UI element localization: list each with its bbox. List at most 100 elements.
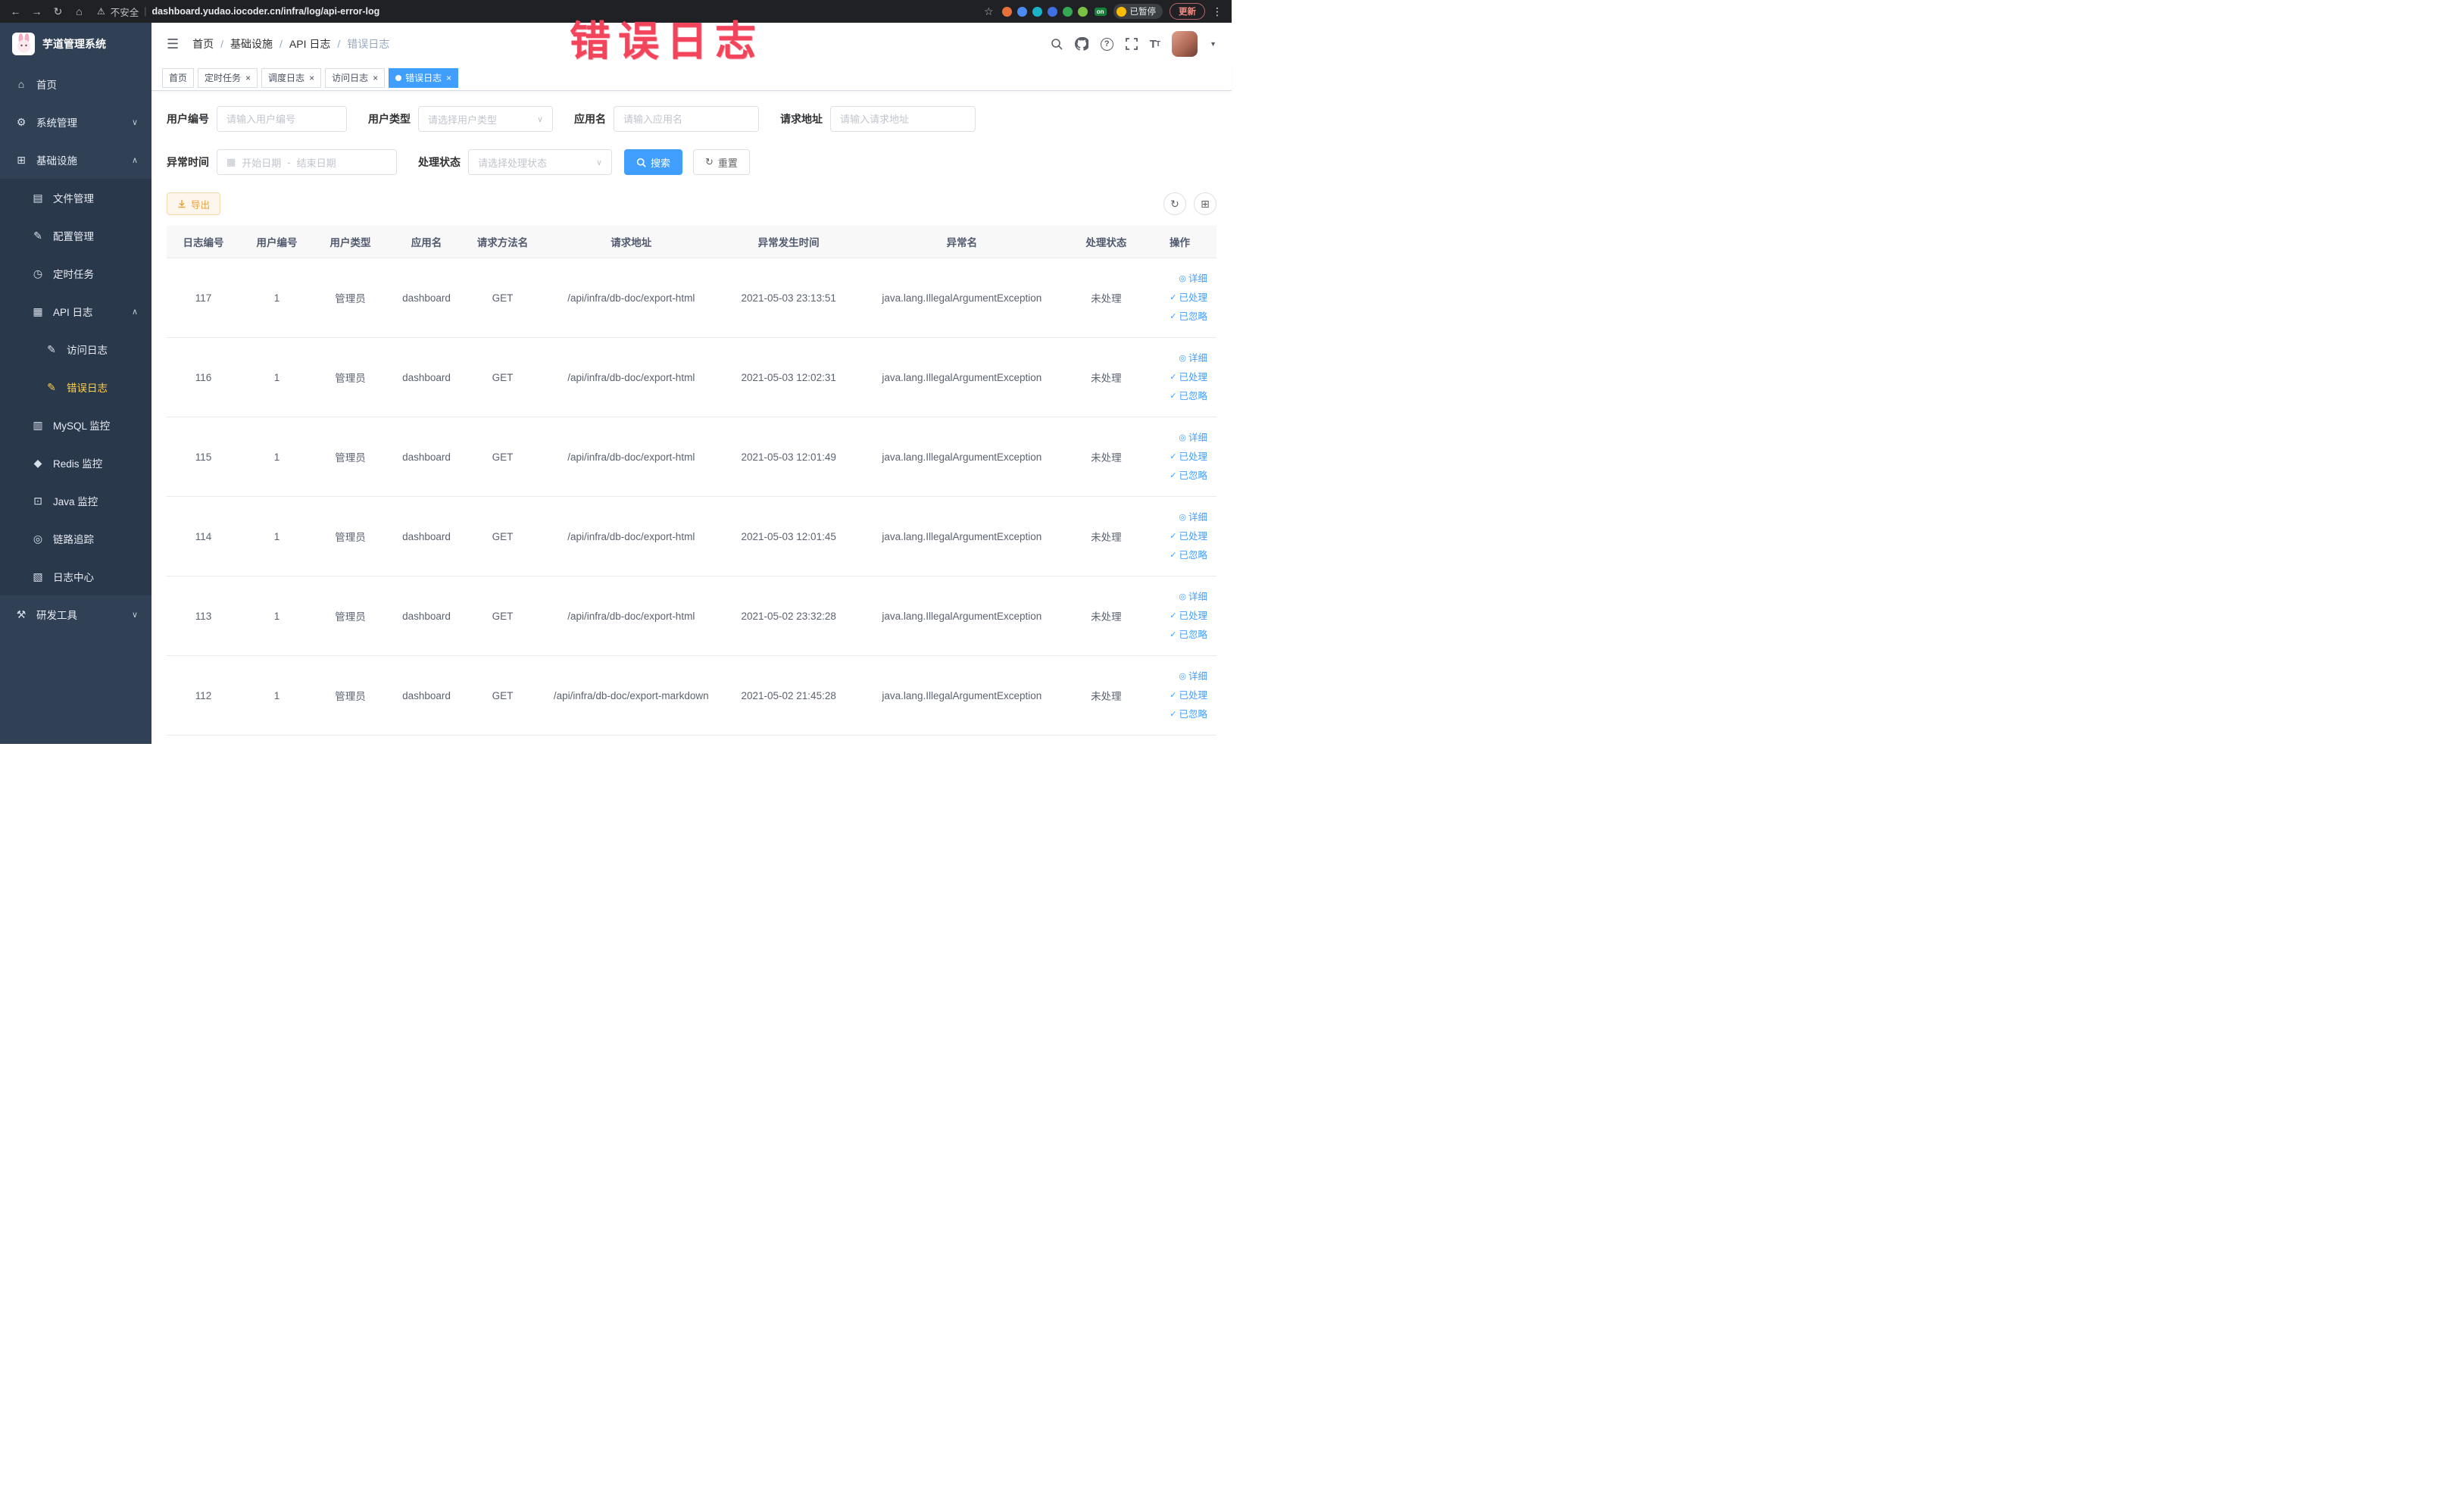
github-icon[interactable] xyxy=(1074,37,1088,51)
action-ignored-link[interactable]: ✓ 已忽略 xyxy=(1170,628,1207,642)
close-tab-icon[interactable]: × xyxy=(446,73,451,83)
sidebar-item-devtools[interactable]: ⚒ 研发工具 ∨ xyxy=(0,595,151,633)
app-name-input[interactable] xyxy=(614,106,759,132)
error-log-table: 日志编号 用户编号 用户类型 应用名 请求方法名 请求地址 异常发生时间 异常名 处理状态 操作 … xyxy=(167,226,1216,736)
close-tab-icon[interactable]: × xyxy=(245,73,251,83)
action-detail-link[interactable]: ◎ 详细 xyxy=(1179,431,1207,445)
action-processed-link[interactable]: ✓ 已处理 xyxy=(1170,689,1207,702)
search-button[interactable]: 搜索 xyxy=(624,149,683,175)
browser-toolbar-right: ☆ on 已暂停 更新 ⋮ xyxy=(982,3,1223,20)
action-ignored-link[interactable]: ✓ 已忽略 xyxy=(1170,469,1207,483)
sidebar-item-job[interactable]: ◷ 定时任务 xyxy=(0,255,151,292)
export-button[interactable]: 导出 xyxy=(167,192,221,215)
tab-home[interactable]: 首页 xyxy=(162,67,195,88)
cell-user-type: 管理员 xyxy=(314,576,388,656)
action-ignored-link[interactable]: ✓ 已忽略 xyxy=(1170,389,1207,403)
cell-user-id: 1 xyxy=(240,576,314,656)
chevron-down-icon: ∨ xyxy=(536,114,543,124)
action-detail-link[interactable]: ◎ 详细 xyxy=(1179,351,1207,365)
active-tab-dot xyxy=(395,74,402,81)
action-detail-link[interactable]: ◎ 详细 xyxy=(1179,511,1207,524)
main-area: ☰ 首页 基础设施 API 日志 错误日志 xyxy=(151,23,1232,744)
tab-job[interactable]: 定时任务 × xyxy=(198,67,258,88)
check-icon: ✓ xyxy=(1170,710,1177,719)
close-tab-icon[interactable]: × xyxy=(309,73,314,83)
tab-error-log[interactable]: 错误日志 × xyxy=(389,67,459,88)
check-icon: ✓ xyxy=(1170,532,1177,541)
breadcrumb-home[interactable]: 首页 xyxy=(192,36,214,52)
avatar-caret-icon[interactable]: ▼ xyxy=(1210,40,1216,48)
sidebar-item-home[interactable]: ⌂ 首页 xyxy=(0,65,151,103)
action-ignored-link[interactable]: ✓ 已忽略 xyxy=(1170,548,1207,562)
browser-forward-icon[interactable]: → xyxy=(30,5,43,17)
tab-access-log[interactable]: 访问日志 × xyxy=(325,67,386,88)
cell-app-name: dashboard xyxy=(387,337,466,417)
column-settings-button[interactable]: ⊞ xyxy=(1194,192,1216,215)
search-icon[interactable] xyxy=(1051,38,1063,50)
sidebar-item-error-log[interactable]: ✎ 错误日志 xyxy=(0,368,151,406)
address-bar[interactable]: ⚠ 不安全 | dashboard.yudao.iocoder.cn/infra… xyxy=(97,5,379,19)
extension-icon[interactable] xyxy=(1062,6,1073,17)
user-type-label: 用户类型 xyxy=(368,113,411,125)
paused-badge[interactable]: 已暂停 xyxy=(1113,4,1163,19)
request-url-input[interactable] xyxy=(830,106,976,132)
download-icon xyxy=(178,199,186,208)
sidebar-item-mysql[interactable]: ▥ MySQL 监控 xyxy=(0,406,151,444)
action-processed-link[interactable]: ✓ 已处理 xyxy=(1170,450,1207,464)
tab-job-log[interactable]: 调度日志 × xyxy=(261,67,322,88)
sidebar-item-infra[interactable]: ⊞ 基础设施 ∧ xyxy=(0,141,151,179)
sidebar-item-log-center[interactable]: ▧ 日志中心 xyxy=(0,558,151,595)
cell-user-id: 1 xyxy=(240,258,314,338)
bookmark-star-icon[interactable]: ☆ xyxy=(982,5,995,18)
extension-icon[interactable] xyxy=(1077,6,1088,17)
action-ignored-link[interactable]: ✓ 已忽略 xyxy=(1170,708,1207,721)
reset-button[interactable]: ↻ 重置 xyxy=(693,149,750,175)
action-processed-link[interactable]: ✓ 已处理 xyxy=(1170,530,1207,543)
update-button[interactable]: 更新 xyxy=(1170,3,1205,20)
action-ignored-link[interactable]: ✓ 已忽略 xyxy=(1170,310,1207,323)
user-avatar[interactable] xyxy=(1172,31,1198,57)
browser-menu-kebab-icon[interactable]: ⋮ xyxy=(1212,5,1223,18)
action-processed-link[interactable]: ✓ 已处理 xyxy=(1170,370,1207,384)
action-detail-link[interactable]: ◎ 详细 xyxy=(1179,590,1207,604)
user-type-select[interactable]: 请选择用户类型 ∨ xyxy=(418,106,553,132)
help-icon[interactable]: ? xyxy=(1100,37,1113,51)
browser-back-icon[interactable]: ← xyxy=(9,5,22,17)
sidebar-item-api-log[interactable]: ▦ API 日志 ∧ xyxy=(0,292,151,330)
cell-log-id: 117 xyxy=(167,258,241,338)
navbar-actions: ? TT ▼ xyxy=(1051,31,1216,57)
extension-icon[interactable] xyxy=(1017,6,1027,17)
sidebar-item-config[interactable]: ✎ 配置管理 xyxy=(0,217,151,255)
browser-refresh-icon[interactable]: ↻ xyxy=(52,5,64,18)
app-logo-row[interactable]: 芋道管理系统 xyxy=(0,23,151,65)
user-id-input[interactable] xyxy=(217,106,347,132)
browser-home-icon[interactable]: ⌂ xyxy=(73,5,86,17)
sidebar-item-trace[interactable]: ◎ 链路追踪 xyxy=(0,520,151,558)
exception-time-range-picker[interactable]: ▦ 开始日期 - 结束日期 xyxy=(217,149,397,175)
cell-process-status: 未处理 xyxy=(1069,337,1143,417)
close-tab-icon[interactable]: × xyxy=(373,73,378,83)
extension-icon[interactable] xyxy=(1001,6,1012,17)
action-detail-link[interactable]: ◎ 详细 xyxy=(1179,272,1207,286)
action-processed-link[interactable]: ✓ 已处理 xyxy=(1170,291,1207,305)
column-header-8: 处理状态 xyxy=(1069,226,1143,258)
eye-icon: ◎ xyxy=(1179,592,1186,601)
extension-on-badge[interactable]: on xyxy=(1094,7,1107,16)
paused-badge-label: 已暂停 xyxy=(1129,8,1157,17)
extension-icon[interactable] xyxy=(1032,6,1042,17)
action-processed-link[interactable]: ✓ 已处理 xyxy=(1170,609,1207,623)
sidebar-item-system[interactable]: ⚙ 系统管理 ∨ xyxy=(0,103,151,141)
sidebar-item-access-log[interactable]: ✎ 访问日志 xyxy=(0,330,151,368)
action-detail-link[interactable]: ◎ 详细 xyxy=(1179,670,1207,683)
breadcrumb-api-log[interactable]: API 日志 xyxy=(289,36,330,52)
breadcrumb-infra[interactable]: 基础设施 xyxy=(230,36,273,52)
sidebar-item-redis[interactable]: ◆ Redis 监控 xyxy=(0,444,151,482)
fullscreen-icon[interactable] xyxy=(1125,38,1138,50)
sidebar-item-java[interactable]: ⊡ Java 监控 xyxy=(0,482,151,520)
font-size-icon[interactable]: TT xyxy=(1150,38,1160,51)
process-status-select[interactable]: 请选择处理状态 ∨ xyxy=(468,149,612,175)
extension-icon[interactable] xyxy=(1047,6,1057,17)
hamburger-icon[interactable]: ☰ xyxy=(167,36,179,52)
sidebar-item-file[interactable]: ▤ 文件管理 xyxy=(0,179,151,217)
refresh-table-button[interactable]: ↻ xyxy=(1163,192,1186,215)
